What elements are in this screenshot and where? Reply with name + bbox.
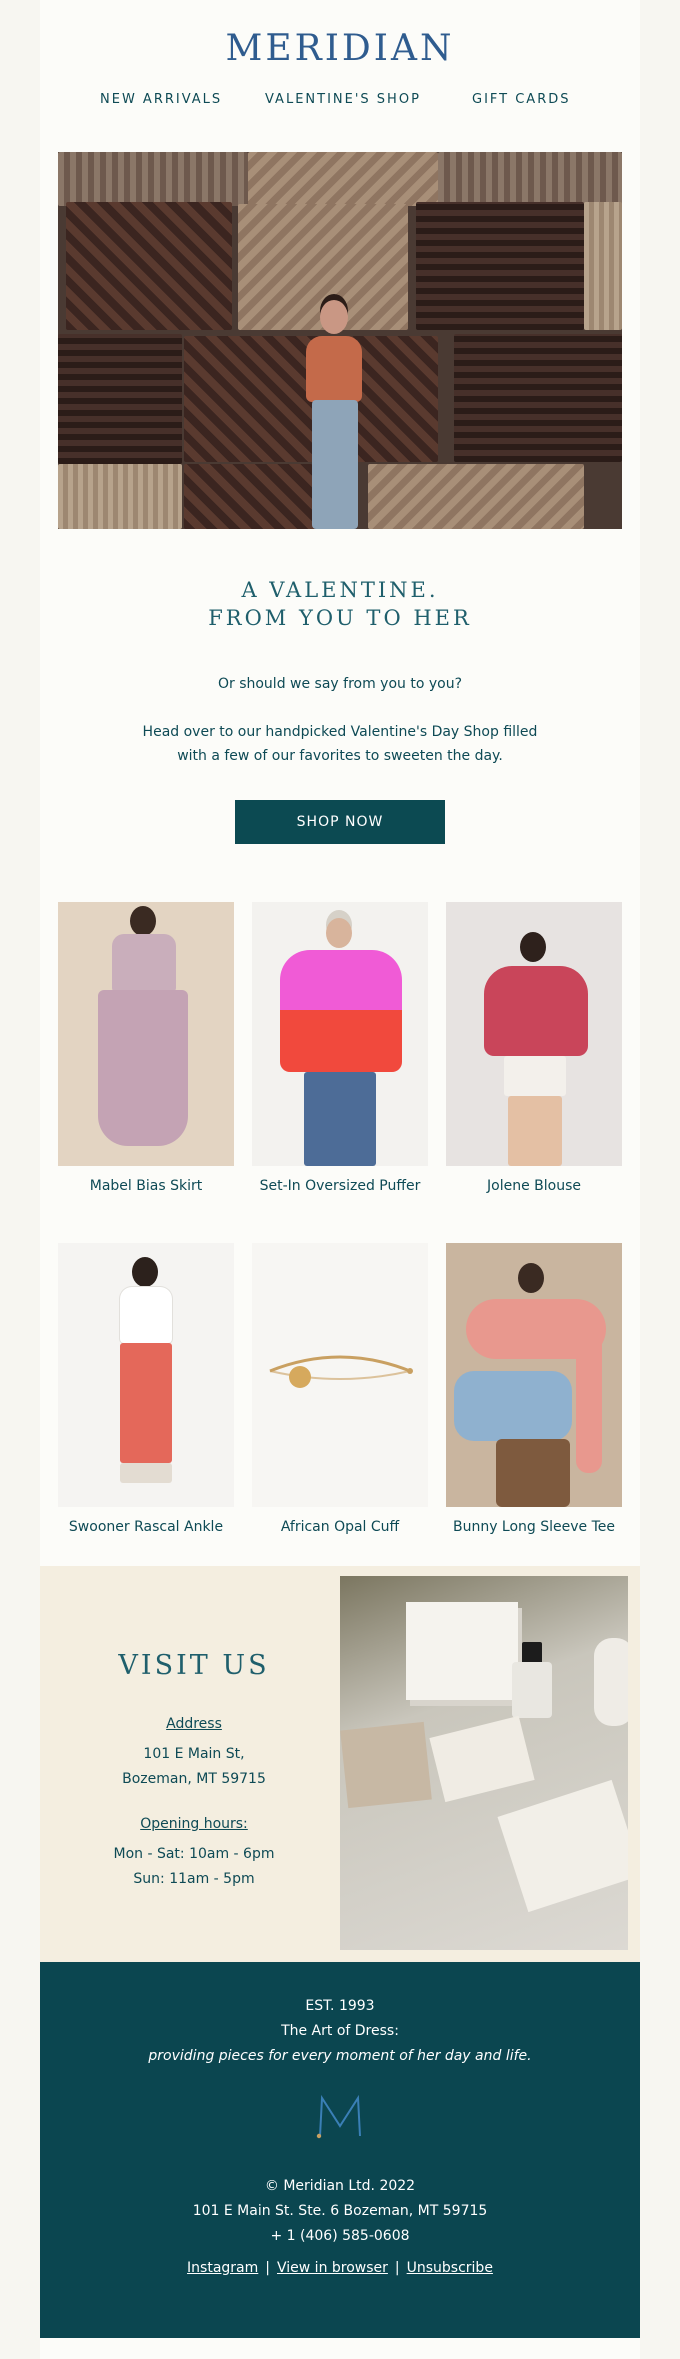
hero-body-line-2: with a few of our favorites to sweeten t… xyxy=(177,748,503,764)
email-container: MERIDIAN NEW ARRIVALS VALENTINE'S SHOP G… xyxy=(40,0,640,2359)
hours-line-1: Mon - Sat: 10am - 6pm xyxy=(113,1846,275,1862)
product-image[interactable] xyxy=(58,1243,234,1507)
footer-copyright: © Meridian Ltd. 2022 xyxy=(264,2178,416,2194)
footer-logo-icon xyxy=(316,2094,361,2139)
hero-subline: Or should we say from you to you? xyxy=(217,676,463,692)
store-photo xyxy=(340,1576,628,1950)
footer-links: Instagram | View in browser | Unsubscribe xyxy=(40,2260,640,2276)
link-separator: | xyxy=(394,2260,400,2276)
product-name[interactable]: Bunny Long Sleeve Tee xyxy=(436,1519,632,1535)
product-image[interactable] xyxy=(58,902,234,1166)
link-separator: | xyxy=(265,2260,270,2276)
footer: EST. 1993 The Art of Dress: providing pi… xyxy=(40,1962,640,2338)
visit-us-section: VISIT US Address 101 E Main St, Bozeman,… xyxy=(40,1566,640,1962)
hours-line-2: Sun: 11am - 5pm xyxy=(133,1871,255,1887)
product-image[interactable] xyxy=(252,902,428,1166)
nav-item-gift-cards[interactable]: GIFT CARDS xyxy=(472,92,571,107)
product-card[interactable]: Swooner Rascal Ankle xyxy=(58,1243,234,1535)
product-name[interactable]: Swooner Rascal Ankle xyxy=(48,1519,244,1535)
address-line-2: Bozeman, MT 59715 xyxy=(122,1771,266,1787)
nav-item-new-arrivals[interactable]: NEW ARRIVALS xyxy=(100,92,222,107)
visit-title: VISIT US xyxy=(118,1650,270,1681)
footer-est: EST. 1993 xyxy=(305,1998,375,2014)
product-image[interactable] xyxy=(446,902,622,1166)
address-label: Address xyxy=(166,1716,222,1732)
footer-address: 101 E Main St. Ste. 6 Bozeman, MT 59715 xyxy=(192,2203,488,2219)
nav-item-valentines-shop[interactable]: VALENTINE'S SHOP xyxy=(265,92,421,107)
product-name[interactable]: African Opal Cuff xyxy=(242,1519,438,1535)
product-card[interactable]: Set-In Oversized Puffer xyxy=(252,902,428,1194)
view-in-browser-link[interactable]: View in browser xyxy=(277,2260,388,2276)
product-name[interactable]: Mabel Bias Skirt xyxy=(48,1178,244,1194)
cuff-illustration xyxy=(269,1355,413,1388)
footer-tagline-italic: providing pieces for every moment of her… xyxy=(148,2048,532,2064)
hero-headline: A VALENTINE. FROM YOU TO HER xyxy=(40,576,640,632)
address-line-1: 101 E Main St, xyxy=(143,1746,245,1762)
unsubscribe-link[interactable]: Unsubscribe xyxy=(407,2260,493,2276)
hero-image[interactable] xyxy=(58,152,622,529)
shop-now-button[interactable]: SHOP NOW xyxy=(235,800,445,844)
product-card[interactable]: Mabel Bias Skirt xyxy=(58,902,234,1194)
headline-line-2: FROM YOU TO HER xyxy=(208,606,472,630)
hero-body-line-1: Head over to our handpicked Valentine's … xyxy=(142,724,538,740)
top-nav: NEW ARRIVALS VALENTINE'S SHOP GIFT CARDS xyxy=(40,92,640,112)
product-card[interactable]: African Opal Cuff xyxy=(252,1243,428,1535)
product-card[interactable]: Jolene Blouse xyxy=(446,902,622,1194)
headline-line-1: A VALENTINE. xyxy=(241,578,439,602)
instagram-link[interactable]: Instagram xyxy=(187,2260,258,2276)
product-image[interactable] xyxy=(252,1243,428,1507)
footer-phone: + 1 (406) 585-0608 xyxy=(270,2228,410,2244)
hours-label: Opening hours: xyxy=(140,1816,248,1832)
product-card[interactable]: Bunny Long Sleeve Tee xyxy=(446,1243,622,1535)
product-image[interactable] xyxy=(446,1243,622,1507)
brand-logo[interactable]: MERIDIAN xyxy=(40,28,640,69)
product-name[interactable]: Set-In Oversized Puffer xyxy=(242,1178,438,1194)
product-name[interactable]: Jolene Blouse xyxy=(436,1178,632,1194)
footer-tagline: The Art of Dress: xyxy=(281,2023,399,2039)
